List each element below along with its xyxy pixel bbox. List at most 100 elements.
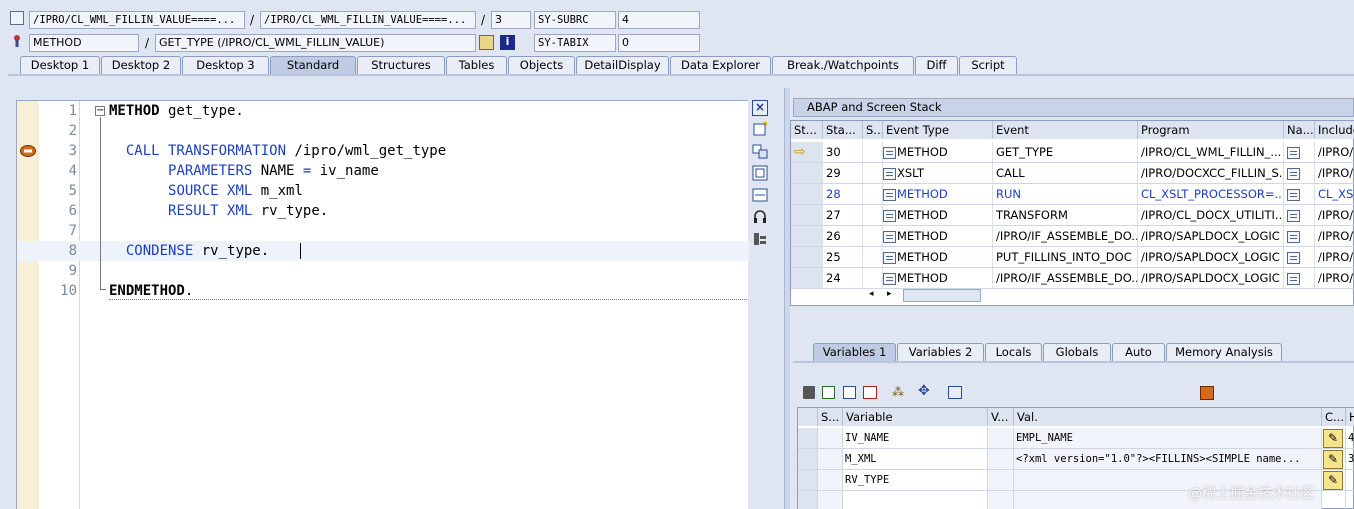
edit-pencil-icon[interactable]: ✎: [1323, 471, 1343, 490]
code-line[interactable]: 10 ENDMETHOD.: [17, 281, 749, 301]
stack-type: METHOD: [897, 250, 948, 264]
variables-column-header[interactable]: H: [1346, 408, 1354, 426]
line-number: 6: [68, 203, 77, 219]
navigate-icon[interactable]: [1287, 230, 1300, 243]
row-selector[interactable]: [798, 491, 818, 509]
delete-icon[interactable]: [803, 386, 815, 399]
tab-structures[interactable]: Structures: [357, 56, 445, 75]
stack-cell: [791, 226, 823, 246]
collapse-icon[interactable]: −: [95, 106, 105, 116]
info-icon[interactable]: i: [500, 35, 515, 50]
code-line[interactable]: 4 PARAMETERS NAME = iv_name: [17, 161, 749, 181]
variables-column-header[interactable]: [798, 408, 818, 426]
variable-name[interactable]: M_XML: [843, 449, 988, 470]
variables-column-header[interactable]: V...: [988, 408, 1014, 426]
stack-cell: [1284, 268, 1315, 288]
tab-tables[interactable]: Tables: [446, 56, 507, 75]
navigate-icon[interactable]: [1287, 251, 1300, 264]
navigate-icon[interactable]: [1287, 209, 1300, 222]
include-field[interactable]: /IPRO/CL_WML_FILLIN_VALUE====...: [260, 11, 476, 29]
tab-data-explorer[interactable]: Data Explorer: [670, 56, 771, 75]
variables-column-header[interactable]: Variable: [843, 408, 988, 426]
horizontal-scrollbar[interactable]: [903, 289, 981, 302]
stack-program: /IPRO/SAPLDOCX_LOGIC: [1141, 250, 1280, 264]
source-editor[interactable]: 1 METHOD get_type. 2 3 CALL TRANSFORMATION …: [16, 100, 749, 509]
code-line[interactable]: 5 SOURCE XML m_xml: [17, 181, 749, 201]
variable-name[interactable]: RV_TYPE: [843, 470, 988, 491]
tab-break-watchpoints[interactable]: Break./Watchpoints: [772, 56, 914, 75]
tab-objects[interactable]: Objects: [508, 56, 575, 75]
navigate-icon[interactable]: [479, 35, 494, 50]
code-line[interactable]: 8 CONDENSE rv_type.: [17, 241, 749, 261]
variables-column-header[interactable]: Val.: [1014, 408, 1322, 426]
stack-column-header[interactable]: Include: [1315, 121, 1354, 139]
stack-row[interactable]: 28 METHOD RUN CL_XSLT_PROCESSOR=... CL_XS: [791, 184, 1354, 205]
vartab-auto[interactable]: Auto: [1112, 343, 1165, 362]
variables-column-header[interactable]: C...: [1322, 408, 1346, 426]
headset-icon[interactable]: [752, 209, 768, 225]
navigate-icon[interactable]: [1287, 146, 1300, 159]
stack-column-header[interactable]: Event: [993, 121, 1138, 139]
maximize-icon[interactable]: [752, 165, 768, 181]
stack-row[interactable]: 29 XSLT CALL/IPRO/DOCXCC_FILLIN_S... /IPRO/: [791, 163, 1354, 184]
code-line[interactable]: 7: [17, 221, 749, 241]
row-selector[interactable]: [798, 428, 818, 449]
code-line[interactable]: 2: [17, 121, 749, 141]
navigate-arrows-icon[interactable]: ✥: [918, 384, 935, 399]
tab-desktop-3[interactable]: Desktop 3: [182, 56, 269, 75]
tag-icon[interactable]: [948, 386, 962, 399]
stack-row[interactable]: 25 METHOD PUT_FILLINS_INTO_DOC/IPRO/SAPLDO…: [791, 247, 1354, 268]
navigate-icon[interactable]: [1287, 188, 1300, 201]
stack-column-header[interactable]: Program: [1138, 121, 1284, 139]
close-icon[interactable]: ×: [752, 100, 768, 116]
stack-column-header[interactable]: Sta...: [823, 121, 863, 139]
delete-all-icon[interactable]: [863, 386, 877, 399]
variables-column-header[interactable]: S...: [818, 408, 843, 426]
navigate-icon[interactable]: [1287, 167, 1300, 180]
row-selector[interactable]: [798, 449, 818, 470]
variables-icon[interactable]: ⁂: [892, 386, 907, 399]
swap-tool-icon[interactable]: [752, 143, 768, 159]
resize-icon[interactable]: [752, 187, 768, 203]
variable-name[interactable]: [843, 491, 988, 509]
tools-icon[interactable]: [752, 231, 768, 247]
import-icon[interactable]: [822, 386, 835, 399]
stack-column-header[interactable]: Event Type: [883, 121, 993, 139]
stack-row[interactable]: ⇨ 30 METHOD GET_TYPE/IPRO/CL_WML_FILLIN_...…: [791, 142, 1354, 163]
save-icon[interactable]: [1200, 386, 1214, 400]
tab-desktop-2[interactable]: Desktop 2: [101, 56, 181, 75]
tab-script[interactable]: Script: [959, 56, 1017, 75]
scroll-left-button[interactable]: ◂: [869, 289, 874, 299]
variable-name[interactable]: IV_NAME: [843, 428, 988, 449]
code-line[interactable]: 1 METHOD get_type.: [17, 101, 749, 121]
tab-detaildisplay[interactable]: DetailDisplay: [576, 56, 669, 75]
edit-pencil-icon[interactable]: ✎: [1323, 429, 1343, 448]
scroll-right-button[interactable]: ▸: [887, 289, 892, 299]
stack-level: 28: [826, 187, 841, 201]
stack-column-header[interactable]: St...: [791, 121, 823, 139]
stack-row[interactable]: 24 METHOD/IPRO/IF_ASSEMBLE_DO.../IPRO/SAP…: [791, 268, 1354, 289]
new-tool-icon[interactable]: [752, 121, 768, 137]
row-selector[interactable]: [798, 470, 818, 491]
tab-desktop-1[interactable]: Desktop 1: [20, 56, 100, 75]
program-field[interactable]: /IPRO/CL_WML_FILLIN_VALUE====...: [29, 11, 245, 29]
stack-column-header[interactable]: S...: [863, 121, 883, 139]
stack-row[interactable]: 26 METHOD/IPRO/IF_ASSEMBLE_DO.../IPRO/SAP…: [791, 226, 1354, 247]
code-line[interactable]: 9: [17, 261, 749, 281]
vartab-variables-1[interactable]: Variables 1: [813, 343, 896, 362]
fold-end: [100, 289, 106, 290]
vartab-memory-analysis[interactable]: Memory Analysis: [1166, 343, 1282, 362]
vartab-variables-2[interactable]: Variables 2: [897, 343, 984, 362]
tab-standard[interactable]: Standard: [270, 56, 356, 75]
code-line[interactable]: 3 CALL TRANSFORMATION /ipro/wml_get_type: [17, 141, 749, 161]
stack-column-header[interactable]: Na...: [1284, 121, 1315, 139]
export-icon[interactable]: [843, 386, 856, 399]
line-number-field[interactable]: 3: [491, 11, 531, 29]
vartab-locals[interactable]: Locals: [985, 343, 1042, 362]
tab-diff[interactable]: Diff: [915, 56, 958, 75]
vartab-globals[interactable]: Globals: [1043, 343, 1111, 362]
code-line[interactable]: 6 RESULT XML rv_type.: [17, 201, 749, 221]
edit-pencil-icon[interactable]: ✎: [1323, 450, 1343, 469]
navigate-icon[interactable]: [1287, 272, 1300, 285]
stack-row[interactable]: 27 METHOD TRANSFORM/IPRO/CL_DOCX_UTILITI..…: [791, 205, 1354, 226]
